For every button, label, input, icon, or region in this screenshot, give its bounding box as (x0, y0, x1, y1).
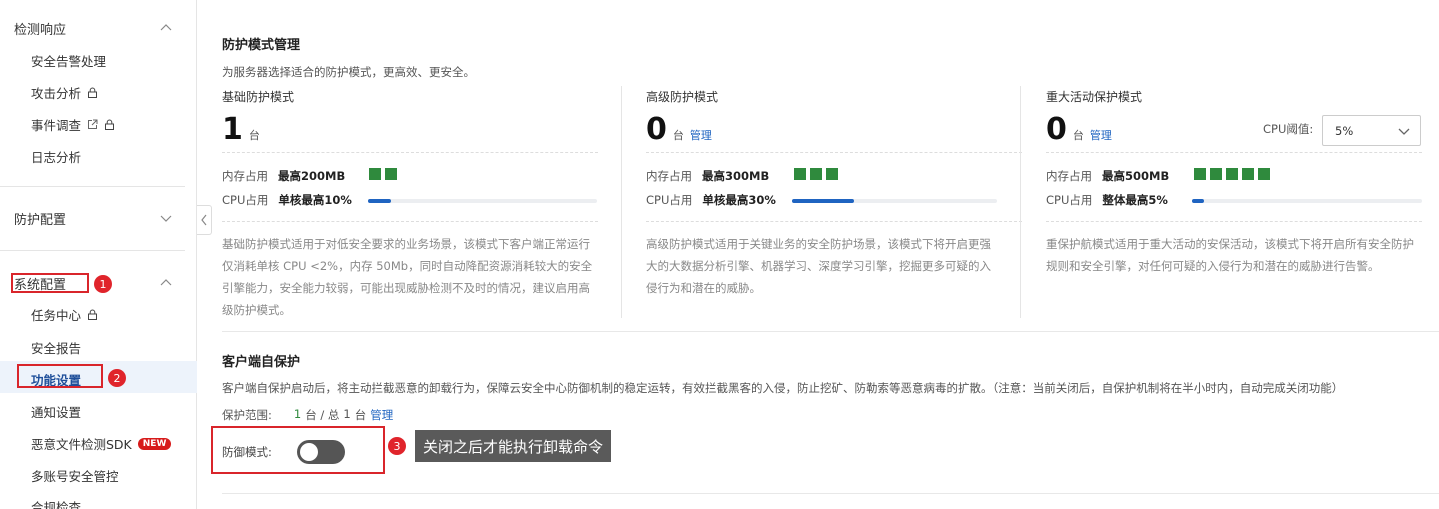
mem-block (1210, 168, 1222, 180)
cpu-metric: CPU占用 整体最高5% (1046, 193, 1168, 207)
mode-count: 0 (646, 112, 667, 147)
external-link-icon (88, 119, 98, 129)
protect-mode-title: 防护模式管理 (222, 38, 301, 53)
mem-block (794, 168, 806, 180)
mem-block (810, 168, 822, 180)
cpu-metric: CPU占用 单核最高30% (646, 193, 776, 207)
manage-link[interactable]: 管理 (1090, 127, 1112, 143)
chevron-up-icon[interactable] (160, 22, 172, 34)
sidebar: 检测响应 安全告警处理 攻击分析 事件调查 日志分析 防护配置 系统配置 任务中… (0, 0, 197, 509)
mode-name: 基础防护模式 (222, 90, 295, 104)
mode-unit: 台 (248, 129, 260, 142)
mode-card-advanced[interactable]: 高级防护模式 0 台 管理 内存占用 最高300MB CPU占用 单核最高30% 高… (646, 88, 1022, 295)
sidebar-divider (0, 250, 185, 251)
annotation-box-3 (211, 426, 385, 474)
mem-block (369, 168, 381, 180)
mem-block (1258, 168, 1270, 180)
mem-metric: 内存占用 最高300MB (646, 169, 770, 183)
annotation-box-2 (17, 364, 103, 388)
cpu-threshold-select[interactable]: 5% (1322, 115, 1421, 146)
sidebar-item-attack[interactable]: 攻击分析 (31, 83, 98, 102)
cpu-bar-fill (368, 199, 391, 203)
annotation-badge-2: 2 (108, 369, 126, 387)
protect-scope: 保护范围: 1 台 / 总 1 台 管理 (222, 407, 394, 423)
mode-desc: 重保护航模式适用于重大活动的安保活动，该模式下将开启所有安全防护规则和安全引擎，… (1046, 237, 1414, 273)
mem-block (1226, 168, 1238, 180)
cpu-threshold-label: CPU阈值: (1263, 122, 1314, 136)
chevron-down-icon (1398, 128, 1410, 135)
lock-icon (88, 309, 98, 320)
annotation-badge-1: 1 (94, 275, 112, 293)
dashed-divider (222, 221, 598, 222)
cpu-bar (368, 199, 597, 203)
annotation-badge-3: 3 (388, 437, 406, 455)
cpu-bar-fill (792, 199, 854, 203)
mode-unit: 台 (672, 129, 684, 142)
new-badge: NEW (137, 437, 172, 450)
mode-separator (621, 86, 622, 318)
mem-metric: 内存占用 最高200MB (222, 169, 346, 183)
chevron-left-icon (201, 214, 207, 226)
mem-block (826, 168, 838, 180)
sidebar-divider (0, 186, 185, 187)
self-protect-title: 客户端自保护 (222, 355, 301, 370)
dashed-divider (1046, 152, 1422, 153)
sidebar-item-notify[interactable]: 通知设置 (31, 402, 81, 421)
sidebar-item-sdk[interactable]: 恶意文件检测SDK NEW (31, 434, 172, 453)
sidebar-item-event[interactable]: 事件调查 (31, 115, 115, 134)
mem-metric: 内存占用 最高500MB (1046, 169, 1170, 183)
dashed-divider (646, 152, 1022, 153)
mem-block (385, 168, 397, 180)
cpu-bar (1192, 199, 1422, 203)
mode-card-major-event[interactable]: 重大活动保护模式 0 台 管理 内存占用 最高500MB CPU占用 整体最高5% … (1046, 88, 1422, 273)
dashed-divider (646, 221, 1022, 222)
mode-desc: 基础防护模式适用于对低安全要求的业务场景，该模式下客户端正常运行仅消耗单核 CP… (222, 237, 593, 317)
chevron-down-icon[interactable] (160, 212, 172, 224)
dashed-divider (222, 152, 598, 153)
mem-block (1242, 168, 1254, 180)
mem-block (1194, 168, 1206, 180)
mode-unit: 台 (1072, 129, 1084, 142)
sidebar-item-logs[interactable]: 日志分析 (31, 147, 81, 166)
cpu-bar-fill (1192, 199, 1204, 203)
lock-icon (88, 87, 98, 98)
sidebar-item-alert[interactable]: 安全告警处理 (31, 51, 106, 70)
mem-blocks (794, 168, 838, 180)
cpu-metric: CPU占用 单核最高10% (222, 193, 352, 207)
section-divider (222, 331, 1439, 332)
mem-blocks (1194, 168, 1270, 180)
mem-blocks (369, 168, 397, 180)
sidebar-section-protect[interactable]: 防护配置 (14, 209, 66, 228)
chevron-up-icon[interactable] (160, 277, 172, 289)
cpu-bar (792, 199, 997, 203)
mode-desc: 高级防护模式适用于关键业务的安全防护场景，该模式下将开启更强大的大数据分析引擎、… (646, 237, 991, 295)
mode-separator (1020, 86, 1021, 318)
sidebar-item-compliance[interactable]: 合规检查 (31, 497, 81, 509)
self-protect-desc: 客户端自保护启动后，将主动拦截恶意的卸载行为，保障云安全中心防御机制的稳定运转，… (222, 381, 1344, 395)
sidebar-item-multi-account[interactable]: 多账号安全管控 (31, 466, 119, 485)
scope-manage-link[interactable]: 管理 (370, 407, 393, 423)
section-divider (222, 493, 1439, 494)
mode-name: 高级防护模式 (646, 90, 719, 104)
mode-count: 0 (1046, 112, 1067, 147)
sidebar-item-report[interactable]: 安全报告 (31, 338, 81, 357)
lock-icon (105, 119, 115, 130)
mode-count: 1 (222, 112, 243, 147)
mode-card-basic[interactable]: 基础防护模式 1 台 内存占用 最高200MB CPU占用 单核最高10% 基础防护… (222, 88, 598, 317)
manage-link[interactable]: 管理 (690, 127, 712, 143)
mode-name: 重大活动保护模式 (1046, 90, 1143, 104)
annotation-box-1 (11, 273, 89, 293)
tooltip-uninstall: 关闭之后才能执行卸载命令 (415, 430, 612, 462)
dashed-divider (1046, 221, 1422, 222)
sidebar-item-task[interactable]: 任务中心 (31, 305, 98, 324)
sidebar-section-detect[interactable]: 检测响应 (14, 19, 66, 38)
sidebar-collapse-button[interactable] (197, 205, 212, 235)
protect-mode-desc: 为服务器选择适合的防护模式，更高效、更安全。 (222, 65, 475, 79)
